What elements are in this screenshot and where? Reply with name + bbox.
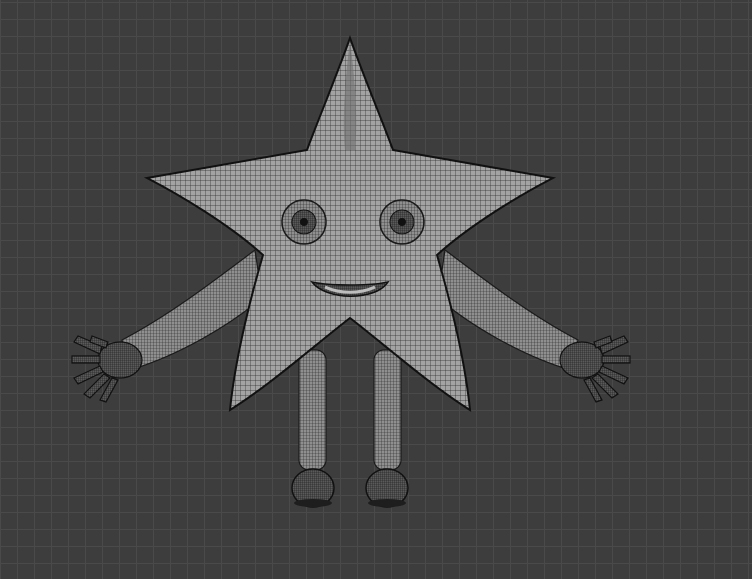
right-leg[interactable] — [365, 349, 409, 508]
right-hand[interactable] — [559, 335, 631, 403]
left-eye — [281, 199, 327, 245]
left-leg[interactable] — [291, 349, 335, 508]
star-character-mesh[interactable] — [0, 0, 752, 579]
3d-viewport[interactable] — [0, 0, 752, 579]
star-body[interactable] — [143, 35, 557, 412]
right-eye — [379, 199, 425, 245]
left-hand[interactable] — [71, 335, 143, 403]
